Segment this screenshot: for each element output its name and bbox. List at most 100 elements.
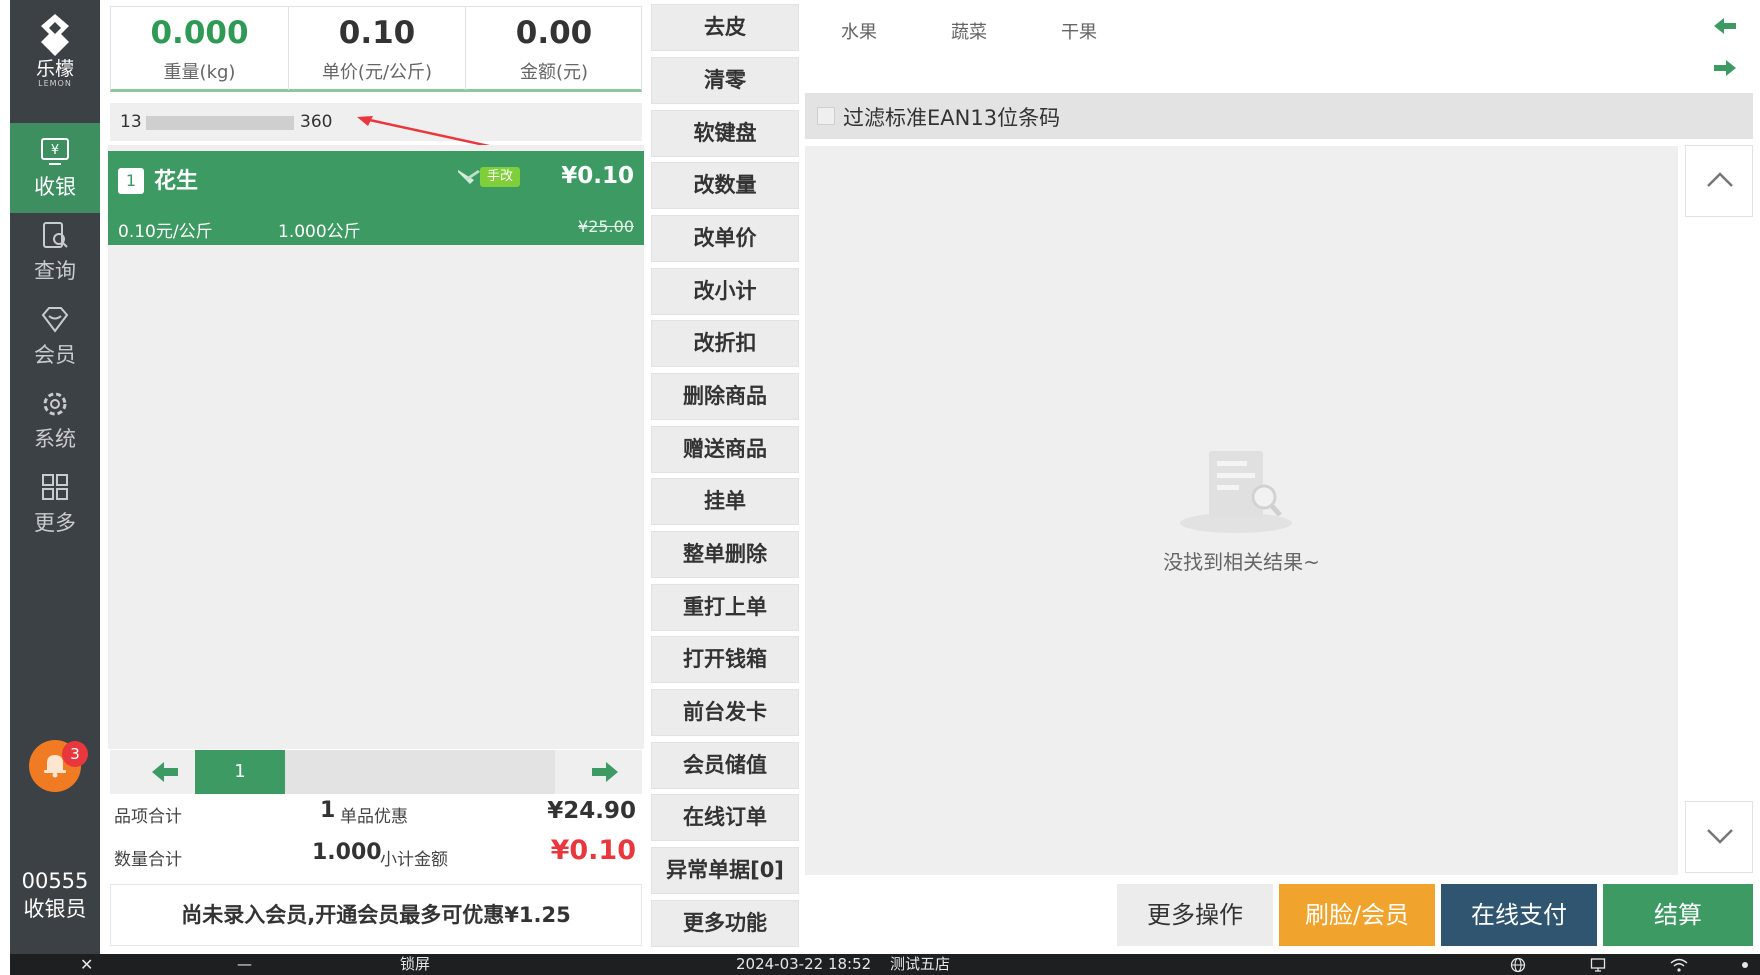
page-track	[285, 750, 555, 794]
current-page: 1	[195, 750, 285, 794]
issue-card-button[interactable]: 前台发卡	[651, 689, 799, 736]
more-functions-button[interactable]: 更多功能	[651, 900, 799, 947]
item-quantity: 1.000公斤	[278, 222, 361, 242]
discount-amount: ¥24.90	[547, 798, 636, 824]
delete-item-button[interactable]: 删除商品	[651, 373, 799, 420]
change-discount-button[interactable]: 改折扣	[651, 320, 799, 367]
nav-cashier-label: 收银	[34, 175, 76, 199]
next-page-icon[interactable]	[580, 758, 640, 786]
qty-total-value: 1.000	[312, 840, 382, 865]
cashier-info: 00555 收银员	[10, 867, 100, 923]
notification-badge: 3	[62, 741, 88, 767]
gift-item-button[interactable]: 赠送商品	[651, 426, 799, 473]
zero-button[interactable]: 清零	[651, 57, 799, 104]
member-topup-button[interactable]: 会员储值	[651, 742, 799, 789]
scroll-up-button[interactable]	[1685, 145, 1753, 217]
online-orders-button[interactable]: 在线订单	[651, 794, 799, 841]
nav-member-label: 会员	[34, 343, 76, 367]
amount-cell: 0.00 金额(元)	[465, 7, 642, 90]
barcode-redaction	[146, 116, 294, 130]
unit-price-cell: 0.10 单价(元/公斤)	[288, 7, 465, 90]
online-payment-button[interactable]: 在线支付	[1441, 884, 1597, 946]
totals-panel: 品项合计 1 单品优惠 ¥24.90 数量合计 1.000 小计金额 ¥0.10	[110, 794, 642, 878]
cashier-number: 00555	[21, 869, 89, 893]
scale-display: 0.000 重量(kg) 0.10 单价(元/公斤) 0.00 金额(元)	[110, 6, 642, 92]
wifi-icon[interactable]	[1670, 957, 1688, 973]
abnormal-orders-button[interactable]: 异常单据[0]	[651, 847, 799, 894]
minimize-window-button[interactable]: —	[237, 954, 252, 975]
item-price: ¥0.10	[561, 163, 634, 189]
globe-icon[interactable]	[1510, 957, 1526, 973]
checkout-button[interactable]: 结算	[1603, 884, 1753, 946]
open-drawer-button[interactable]: 打开钱箱	[651, 636, 799, 683]
more-actions-button[interactable]: 更多操作	[1117, 884, 1273, 946]
logo-subtext: LEMON	[38, 79, 72, 88]
ean13-filter-label: 过滤标准EAN13位条码	[843, 106, 1061, 130]
taskbar-store: 测试五店	[890, 955, 951, 973]
cart-list: 1 花生 手改 ¥0.10 0.10元/公斤 1.000公斤 ¥25.00	[108, 145, 644, 749]
cashier-icon: ¥	[41, 138, 69, 165]
category-prev-icon[interactable]	[1710, 16, 1740, 36]
nav-cashier[interactable]: ¥ 收银	[10, 123, 100, 213]
tare-button[interactable]: 去皮	[651, 4, 799, 51]
product-results: 没找到相关结果~	[805, 146, 1678, 875]
item-name: 花生	[154, 169, 199, 194]
amount-value: 0.00	[515, 15, 593, 51]
cart-item[interactable]: 1 花生 手改 ¥0.10 0.10元/公斤 1.000公斤 ¥25.00	[108, 151, 644, 245]
app-logo: 乐檬 LEMON	[10, 10, 100, 100]
lock-screen-button[interactable]: 锁屏	[400, 954, 430, 975]
reprint-button[interactable]: 重打上单	[651, 584, 799, 631]
taskbar: ✕ — 锁屏 2024-03-22 18:52 测试五店	[10, 954, 1760, 975]
monitor-icon[interactable]	[1590, 957, 1606, 973]
hold-order-button[interactable]: 挂单	[651, 478, 799, 525]
change-price-button[interactable]: 改单价	[651, 215, 799, 262]
soft-keyboard-button[interactable]: 软键盘	[651, 110, 799, 157]
cart-pager: 1	[110, 750, 642, 794]
discount-label: 单品优惠	[340, 807, 408, 827]
ean13-filter: 过滤标准EAN13位条码	[805, 93, 1753, 139]
category-dried-fruit[interactable]: 干果	[1061, 18, 1097, 44]
member-icon	[41, 307, 69, 333]
change-subtotal-button[interactable]: 改小计	[651, 268, 799, 315]
unit-price-label: 单价(元/公斤)	[321, 62, 433, 83]
status-dot-icon	[1742, 962, 1748, 968]
nav-member[interactable]: 会员	[10, 291, 100, 381]
svg-text:¥: ¥	[51, 143, 59, 158]
subtotal-amount: ¥0.10	[550, 835, 636, 866]
close-window-button[interactable]: ✕	[80, 954, 93, 975]
weight-value: 0.000	[150, 15, 249, 51]
nav-settings[interactable]: 系统	[10, 375, 100, 465]
items-total-value: 1	[320, 798, 336, 823]
amount-label: 金额(元)	[519, 62, 589, 83]
chevron-up-icon	[1707, 172, 1733, 187]
ean13-filter-checkbox[interactable]	[817, 107, 835, 125]
change-quantity-button[interactable]: 改数量	[651, 162, 799, 209]
empty-search-icon	[1180, 451, 1292, 533]
subtotal-label: 小计金额	[380, 850, 448, 870]
manual-edit-label: 手改	[480, 167, 520, 187]
query-icon	[43, 222, 68, 248]
weight-label: 重量(kg)	[163, 62, 236, 83]
nav-query[interactable]: 查询	[10, 207, 100, 297]
category-next-icon[interactable]	[1710, 58, 1740, 78]
cashier-role: 收银员	[23, 897, 87, 921]
empty-results-text: 没找到相关结果~	[1163, 550, 1320, 574]
nav-more[interactable]: 更多	[10, 459, 100, 549]
prev-page-icon[interactable]	[130, 758, 200, 786]
member-promo-banner[interactable]: 尚未录入会员,开通会员最多可优惠¥1.25	[110, 884, 642, 946]
category-fruit[interactable]: 水果	[841, 18, 877, 44]
nav-query-label: 查询	[34, 259, 76, 283]
unit-price-value: 0.10	[338, 15, 416, 51]
weight-cell: 0.000 重量(kg)	[111, 7, 288, 90]
face-member-button[interactable]: 刷脸/会员	[1279, 884, 1435, 946]
logo-text: 乐檬	[35, 58, 74, 80]
item-original-price: ¥25.00	[578, 217, 634, 236]
category-vegetables[interactable]: 蔬菜	[951, 18, 987, 44]
chevron-down-icon	[1707, 829, 1733, 844]
barcode-suffix: 360	[300, 112, 333, 132]
nav-settings-label: 系统	[34, 427, 76, 451]
qty-total-label: 数量合计	[114, 850, 182, 870]
taskbar-datetime: 2024-03-22 18:52	[736, 955, 872, 973]
scroll-down-button[interactable]	[1685, 801, 1753, 873]
delete-order-button[interactable]: 整单删除	[651, 531, 799, 578]
